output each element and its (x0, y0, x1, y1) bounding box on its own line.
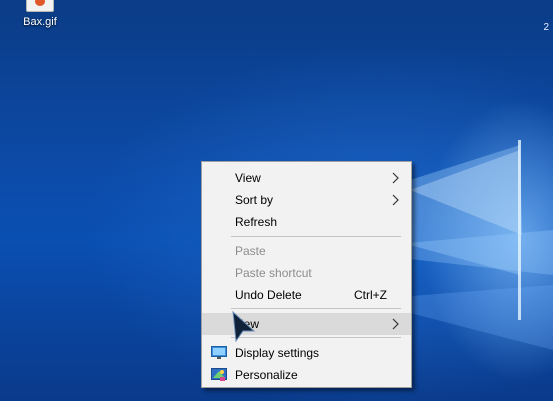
menu-item-label: Sort by (235, 193, 274, 207)
menu-item-undo-delete[interactable]: Undo Delete Ctrl+Z (202, 284, 411, 306)
desktop-edge-text: 2 (543, 22, 549, 33)
keyboard-shortcut: Ctrl+Z (354, 288, 387, 302)
menu-item-label: Undo Delete (235, 288, 302, 302)
desktop-icon-label: Bax.gif (23, 16, 57, 28)
menu-item-label: Personalize (235, 368, 298, 382)
menu-separator (231, 236, 401, 237)
menu-item-label: View (235, 171, 261, 185)
mouse-cursor-icon (232, 310, 256, 343)
menu-item-sort-by[interactable]: Sort by (202, 189, 411, 211)
menu-item-label: Paste shortcut (235, 266, 312, 280)
chevron-right-icon (392, 318, 399, 330)
personalize-icon (211, 368, 227, 381)
chevron-right-icon (392, 194, 399, 206)
menu-item-label: Paste (235, 244, 266, 258)
menu-item-refresh[interactable]: Refresh (202, 211, 411, 233)
menu-item-personalize[interactable]: Personalize (202, 364, 411, 386)
image-file-icon (26, 0, 54, 12)
menu-item-paste: Paste (202, 240, 411, 262)
menu-item-display-settings[interactable]: Display settings (202, 342, 411, 364)
menu-item-label: Display settings (235, 346, 320, 360)
chevron-right-icon (392, 172, 399, 184)
menu-item-label: Refresh (235, 215, 278, 229)
desktop-context-menu: View Sort by Refresh Paste Paste shortcu… (201, 161, 412, 388)
menu-item-view[interactable]: View (202, 167, 411, 189)
desktop-icon-bax-gif[interactable]: Bax.gif (14, 0, 66, 36)
display-settings-icon (211, 346, 227, 359)
menu-item-paste-shortcut: Paste shortcut (202, 262, 411, 284)
